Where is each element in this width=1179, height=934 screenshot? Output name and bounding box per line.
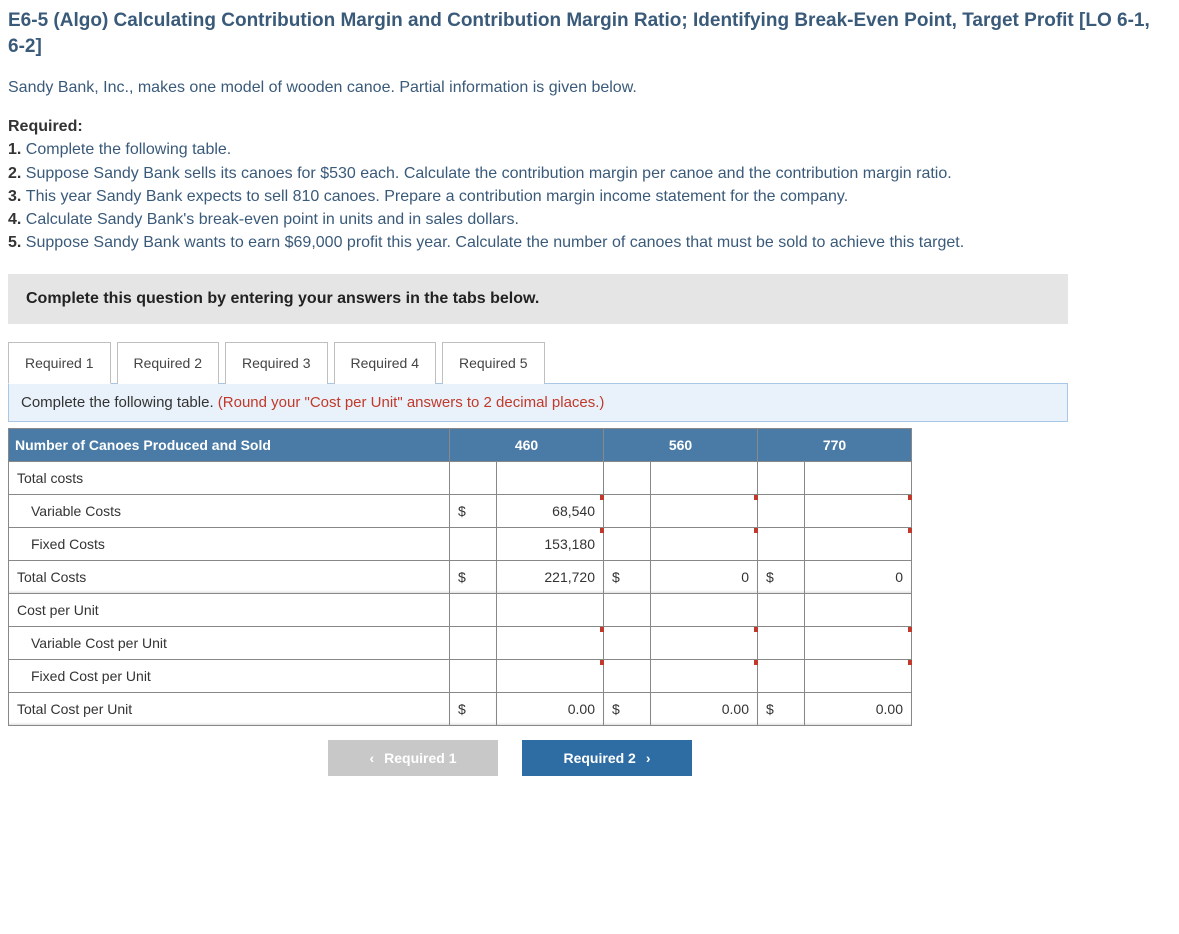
input-vcpu-560[interactable] [651,627,758,660]
tab-required-3[interactable]: Required 3 [225,342,328,384]
cost-table: Number of Canoes Produced and Sold 460 5… [8,428,912,726]
tab-prompt: Complete the following table. (Round you… [8,383,1068,422]
tab-strip: Required 1 Required 2 Required 3 Require… [8,342,1171,384]
requirement-5: Suppose Sandy Bank wants to earn $69,000… [26,234,964,251]
input-fixed-costs-770[interactable] [805,528,912,561]
prev-button-label: Required 1 [384,750,456,766]
cell-total-costs-560: 0 [651,561,758,594]
chevron-left-icon: ‹ [369,750,374,766]
row-fixed-costs: Fixed Costs [9,528,450,561]
row-variable-costs: Variable Costs [9,495,450,528]
next-button[interactable]: Required 2 › [522,740,692,776]
problem-title: E6-5 (Algo) Calculating Contribution Mar… [8,8,1171,59]
problem-intro: Sandy Bank, Inc., makes one model of woo… [8,79,1171,97]
cell-sym: $ [450,561,497,594]
cell-total-costs-460: 221,720 [497,561,604,594]
tab-required-2[interactable]: Required 2 [117,342,220,384]
cell-total-costs-770: 0 [805,561,912,594]
input-fixed-costs-560[interactable] [651,528,758,561]
table-row: Total Cost per Unit $ 0.00 $ 0.00 $ 0.00 [9,693,912,726]
cell-sym: $ [758,693,805,726]
prev-button[interactable]: ‹ Required 1 [328,740,498,776]
input-vcpu-460[interactable] [497,627,604,660]
table-header-label: Number of Canoes Produced and Sold [9,429,450,462]
table-row: Variable Cost per Unit [9,627,912,660]
tab-required-5[interactable]: Required 5 [442,342,545,384]
cell-tcpu-560: 0.00 [651,693,758,726]
cell-sym: $ [758,561,805,594]
table-row: Variable Costs $ 68,540 [9,495,912,528]
row-fixed-cost-per-unit: Fixed Cost per Unit [9,660,450,693]
row-total-costs: Total costs [9,462,450,495]
input-fcpu-460[interactable] [497,660,604,693]
input-vcpu-770[interactable] [805,627,912,660]
requirement-list: Required: 1. Complete the following tabl… [8,115,1171,254]
table-row: Fixed Cost per Unit [9,660,912,693]
input-variable-costs-770[interactable] [805,495,912,528]
input-fcpu-770[interactable] [805,660,912,693]
row-total-costs-sum: Total Costs [9,561,450,594]
input-variable-costs-560[interactable] [651,495,758,528]
row-total-cost-per-unit: Total Cost per Unit [9,693,450,726]
tab-required-1[interactable]: Required 1 [8,342,111,384]
requirement-3: This year Sandy Bank expects to sell 810… [26,188,848,205]
instruction-bar: Complete this question by entering your … [8,274,1068,324]
cell-tcpu-460: 0.00 [497,693,604,726]
input-fixed-costs-460[interactable]: 153,180 [497,528,604,561]
table-row: Total costs [9,462,912,495]
requirement-1: Complete the following table. [26,141,231,158]
chevron-right-icon: › [646,750,651,766]
cell-sym: $ [450,693,497,726]
next-button-label: Required 2 [563,750,635,766]
table-header-col1: 460 [450,429,604,462]
row-variable-cost-per-unit: Variable Cost per Unit [9,627,450,660]
cell-sym: $ [604,561,651,594]
tab-prompt-hint: (Round your "Cost per Unit" answers to 2… [218,394,605,411]
table-row: Total Costs $ 221,720 $ 0 $ 0 [9,561,912,594]
row-cost-per-unit: Cost per Unit [9,594,450,627]
table-row: Cost per Unit [9,594,912,627]
table-header-col3: 770 [758,429,912,462]
cell-tcpu-770: 0.00 [805,693,912,726]
table-header-col2: 560 [604,429,758,462]
table-row: Fixed Costs 153,180 [9,528,912,561]
input-fcpu-560[interactable] [651,660,758,693]
required-header: Required: [8,118,83,135]
tab-prompt-text: Complete the following table. [21,394,218,411]
cell-sym: $ [604,693,651,726]
cell-sym: $ [450,495,497,528]
tab-required-4[interactable]: Required 4 [334,342,437,384]
requirement-4: Calculate Sandy Bank's break-even point … [26,211,519,228]
requirement-2: Suppose Sandy Bank sells its canoes for … [26,165,952,182]
input-variable-costs-460[interactable]: 68,540 [497,495,604,528]
